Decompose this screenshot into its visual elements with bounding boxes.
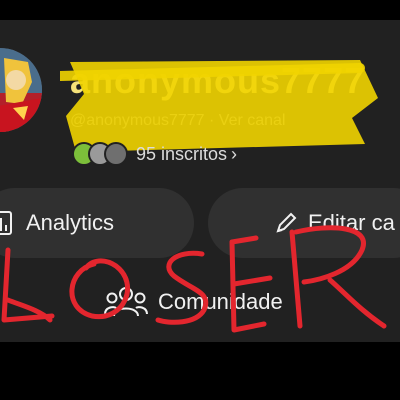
subscriber-avatar bbox=[104, 142, 128, 166]
channel-name: anonymous7777 bbox=[70, 60, 366, 101]
people-icon bbox=[104, 286, 148, 318]
channel-panel: anonymous7777 @anonymous7777 · Ver canal… bbox=[0, 20, 400, 342]
subscriber-count: 95 inscritos bbox=[136, 143, 228, 164]
analytics-button[interactable]: Analytics bbox=[0, 188, 194, 258]
edit-channel-button[interactable]: Editar ca bbox=[208, 188, 400, 258]
analytics-label: Analytics bbox=[26, 210, 115, 235]
chevron-right-icon: › bbox=[231, 143, 238, 164]
channel-handle: @anonymous7777 · Ver canal bbox=[70, 112, 286, 129]
subscribers-link[interactable]: 95 inscritos › bbox=[72, 140, 237, 168]
channel-avatar[interactable] bbox=[0, 48, 42, 132]
analytics-icon bbox=[0, 211, 12, 235]
pencil-icon bbox=[274, 211, 298, 235]
edit-channel-label: Editar ca bbox=[308, 210, 395, 235]
community-button[interactable]: Comunidade bbox=[104, 282, 283, 322]
community-label: Comunidade bbox=[158, 289, 283, 314]
avatar-image bbox=[0, 48, 42, 132]
